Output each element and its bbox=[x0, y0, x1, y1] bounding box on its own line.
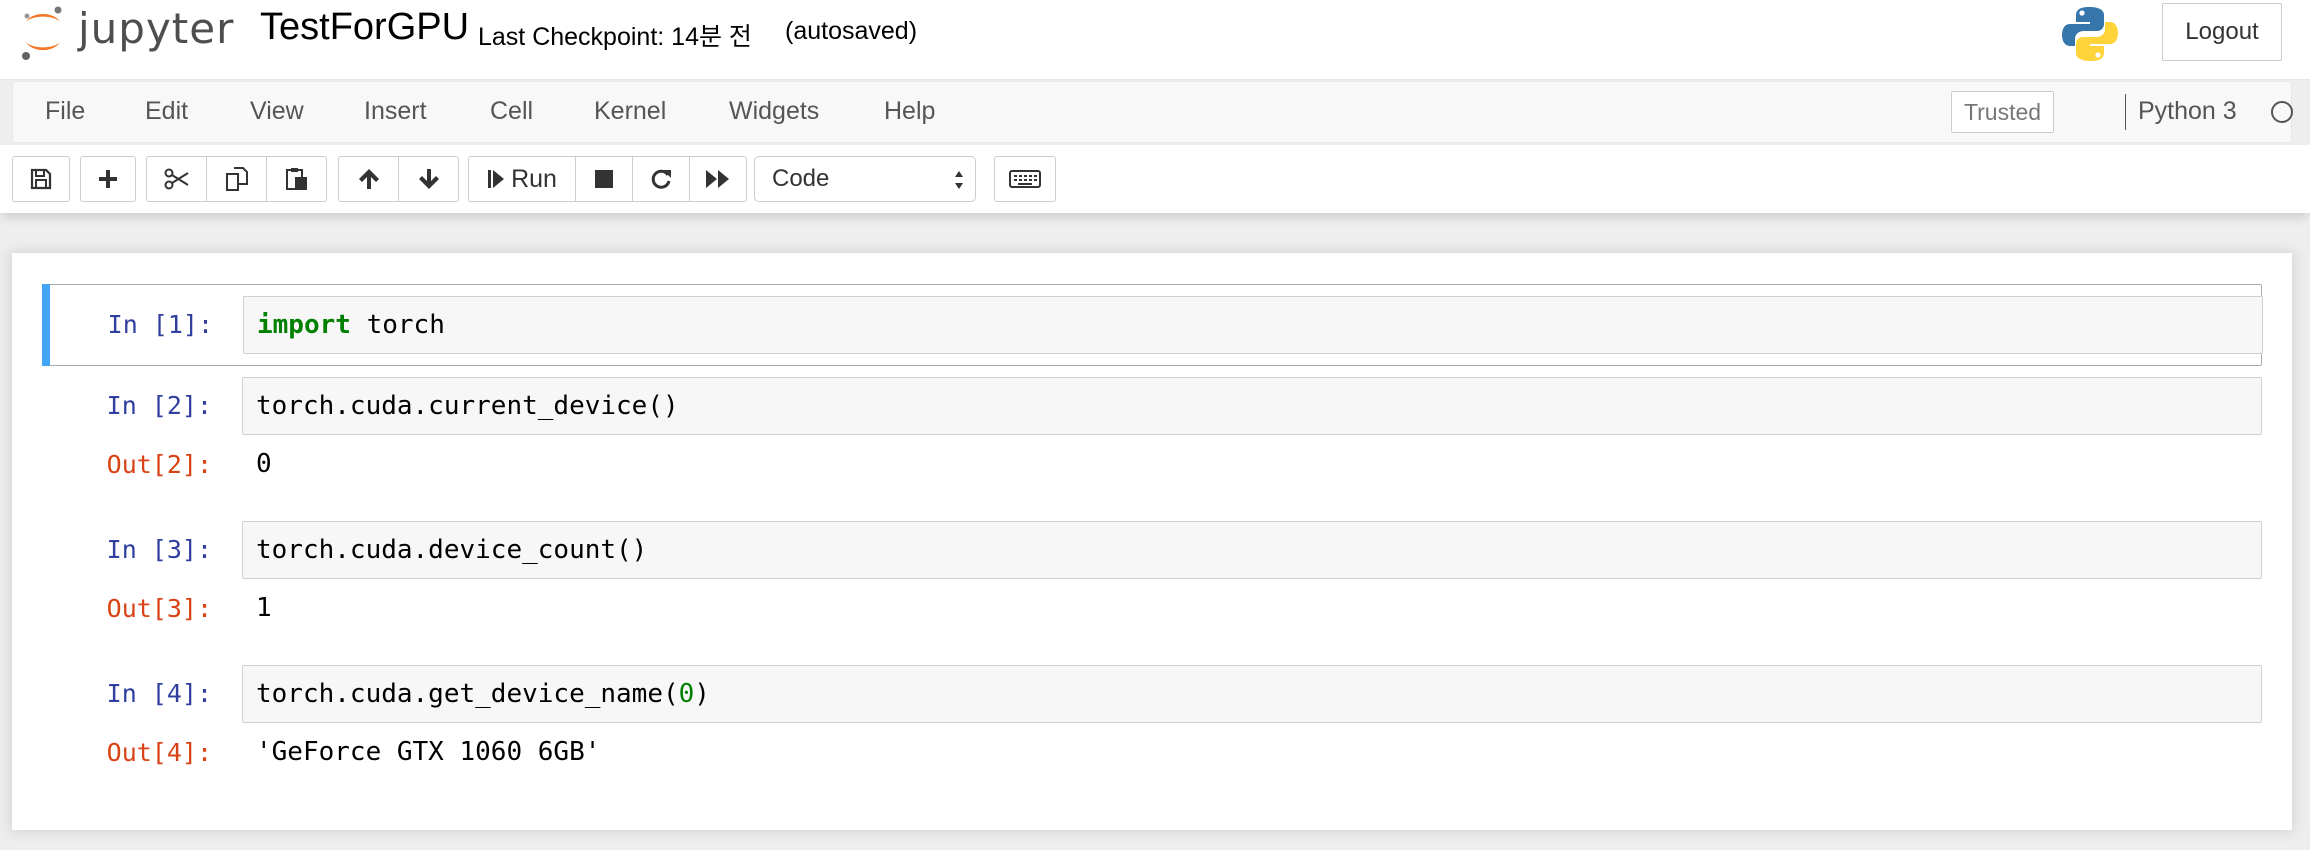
input-prompt: In [4]: bbox=[106, 679, 212, 708]
kernel-divider bbox=[2125, 94, 2126, 130]
arrow-up-icon bbox=[358, 169, 379, 189]
output-prompt: Out[2]: bbox=[106, 450, 212, 479]
menu-view[interactable]: View bbox=[250, 97, 304, 126]
code-input[interactable]: torch.cuda.current_device() bbox=[242, 377, 2262, 435]
stop-icon bbox=[595, 170, 613, 188]
paste-icon bbox=[285, 168, 307, 190]
cell-type-value: Code bbox=[772, 165, 830, 192]
restart-button[interactable] bbox=[632, 156, 690, 202]
insert-cell-button[interactable] bbox=[80, 156, 136, 202]
code-input[interactable]: import torch bbox=[243, 296, 2263, 354]
autosave-status: (autosaved) bbox=[785, 17, 918, 45]
save-icon bbox=[30, 168, 52, 190]
code-keyword: import bbox=[257, 310, 351, 340]
step-forward-icon bbox=[488, 170, 505, 188]
code-cell[interactable]: In [2]: torch.cuda.current_device() Out[… bbox=[42, 372, 2262, 508]
output-text: 0 bbox=[256, 449, 272, 479]
cut-icon bbox=[164, 168, 189, 190]
keyboard-icon bbox=[1009, 170, 1041, 188]
keyboard-group bbox=[994, 156, 1056, 202]
output-prompt: Out[4]: bbox=[106, 738, 212, 767]
checkpoint-status: Last Checkpoint: 14분 전 bbox=[478, 23, 752, 51]
move-up-button[interactable] bbox=[338, 156, 399, 202]
fast-forward-icon bbox=[706, 170, 729, 188]
edit-group bbox=[146, 156, 327, 202]
code-text: ) bbox=[694, 679, 710, 709]
kernel-name[interactable]: Python 3 bbox=[2138, 97, 2237, 126]
input-prompt: In [1]: bbox=[107, 310, 213, 339]
restart-run-all-button[interactable] bbox=[689, 156, 747, 202]
code-input[interactable]: torch.cuda.device_count() bbox=[242, 521, 2262, 579]
menu-cell[interactable]: Cell bbox=[490, 97, 533, 126]
kernel-idle-icon bbox=[2271, 101, 2293, 123]
code-cell[interactable]: In [3]: torch.cuda.device_count() Out[3]… bbox=[42, 516, 2262, 652]
command-palette-button[interactable] bbox=[994, 156, 1056, 202]
arrow-down-icon bbox=[418, 169, 439, 189]
menu-help[interactable]: Help bbox=[884, 97, 935, 126]
toolbar: Run Code bbox=[0, 145, 2310, 213]
code-text: torch.cuda.current_device() bbox=[256, 391, 679, 421]
save-button[interactable] bbox=[12, 156, 70, 202]
output-text: 'GeForce GTX 1060 6GB' bbox=[256, 737, 601, 767]
paste-button[interactable] bbox=[266, 156, 327, 202]
output-prompt: Out[3]: bbox=[106, 594, 212, 623]
code-input[interactable]: torch.cuda.get_device_name(0) bbox=[242, 665, 2262, 723]
code-cell[interactable]: In [1]: import torch bbox=[42, 284, 2263, 366]
interrupt-button[interactable] bbox=[575, 156, 633, 202]
move-group bbox=[338, 156, 459, 202]
run-label: Run bbox=[511, 164, 557, 193]
menu-insert[interactable]: Insert bbox=[364, 97, 427, 126]
python-logo-icon bbox=[2062, 7, 2118, 61]
menu-file[interactable]: File bbox=[45, 97, 85, 126]
jupyter-wordmark: jupyter bbox=[78, 4, 235, 53]
menu-edit[interactable]: Edit bbox=[145, 97, 188, 126]
menu-widgets[interactable]: Widgets bbox=[729, 97, 819, 126]
plus-icon bbox=[99, 170, 117, 188]
jupyter-logo[interactable]: jupyter bbox=[18, 2, 233, 64]
code-number: 0 bbox=[678, 679, 695, 709]
logout-button[interactable]: Logout bbox=[2162, 3, 2282, 61]
move-down-button[interactable] bbox=[398, 156, 459, 202]
restart-icon bbox=[651, 169, 671, 189]
cut-button[interactable] bbox=[146, 156, 207, 202]
code-text: torch.cuda.device_count() bbox=[256, 535, 648, 565]
cell-type-select[interactable]: Code bbox=[754, 156, 976, 202]
copy-icon bbox=[225, 167, 248, 191]
input-prompt: In [2]: bbox=[106, 391, 212, 420]
code-text: torch.cuda.get_device_name( bbox=[256, 679, 679, 709]
code-text: torch bbox=[350, 310, 445, 340]
run-group: Run bbox=[468, 156, 747, 202]
run-button[interactable]: Run bbox=[468, 156, 576, 202]
trusted-indicator[interactable]: Trusted bbox=[1951, 91, 2054, 133]
select-arrows-icon bbox=[955, 171, 963, 189]
header: jupyter TestForGPU Last Checkpoint: 14분 … bbox=[0, 0, 2310, 80]
menu-kernel[interactable]: Kernel bbox=[594, 97, 666, 126]
save-group bbox=[12, 156, 70, 202]
menubar: File Edit View Insert Cell Kernel Widget… bbox=[12, 81, 2293, 143]
output-text: 1 bbox=[256, 593, 272, 623]
notebook-container: In [1]: import torch In [2]: torch.cuda.… bbox=[12, 253, 2292, 830]
copy-button[interactable] bbox=[206, 156, 267, 202]
notebook-name[interactable]: TestForGPU bbox=[260, 6, 469, 49]
code-cell[interactable]: In [4]: torch.cuda.get_device_name(0) Ou… bbox=[42, 660, 2262, 796]
insert-group bbox=[80, 156, 136, 202]
jupyter-logo-icon bbox=[22, 6, 62, 60]
input-prompt: In [3]: bbox=[106, 535, 212, 564]
